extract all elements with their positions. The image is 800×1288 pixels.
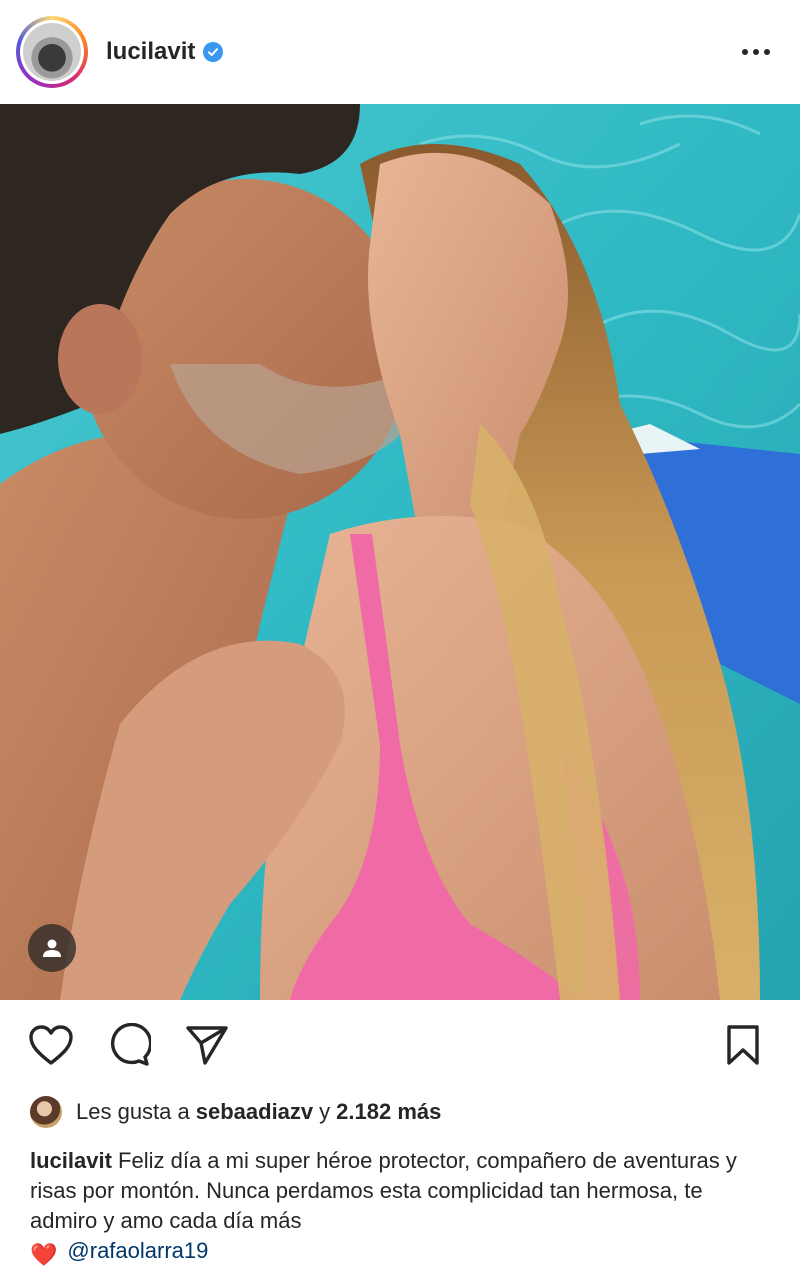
post-header: lucilavit bbox=[0, 0, 800, 104]
verified-badge-icon bbox=[203, 42, 224, 62]
user-tag-icon[interactable] bbox=[28, 924, 76, 972]
liker-avatar bbox=[30, 1096, 62, 1128]
red-heart-emoji: ❤️ bbox=[30, 1242, 58, 1267]
post-username[interactable]: lucilavit bbox=[106, 38, 195, 66]
profile-avatar[interactable] bbox=[16, 16, 88, 88]
post-caption: lucilavit Feliz día a mi super héroe pro… bbox=[30, 1146, 775, 1270]
caption-text: Feliz día a mi super héroe protector, co… bbox=[30, 1148, 737, 1233]
comment-icon[interactable] bbox=[104, 1020, 154, 1070]
heart-icon[interactable] bbox=[26, 1020, 76, 1070]
likes-prefix: Les gusta a bbox=[76, 1099, 190, 1124]
action-bar bbox=[0, 1000, 800, 1090]
instagram-post: lucilavit Les gusta a sebaadiazv y 2.182… bbox=[0, 0, 800, 1288]
avatar-image bbox=[23, 23, 81, 81]
send-icon[interactable] bbox=[182, 1020, 232, 1070]
caption-mention[interactable]: @rafaolarra19 bbox=[67, 1238, 208, 1263]
more-horizontal-icon[interactable] bbox=[738, 39, 774, 65]
bookmark-icon[interactable] bbox=[718, 1020, 768, 1070]
likes-joiner: y bbox=[319, 1099, 331, 1124]
post-image[interactable] bbox=[0, 104, 800, 1000]
caption-username[interactable]: lucilavit bbox=[30, 1148, 112, 1173]
likes-others-count[interactable]: 2.182 más bbox=[336, 1099, 441, 1125]
first-liker[interactable]: sebaadiazv bbox=[196, 1099, 313, 1125]
likes-summary[interactable]: Les gusta a sebaadiazv y 2.182 más bbox=[30, 1094, 441, 1130]
